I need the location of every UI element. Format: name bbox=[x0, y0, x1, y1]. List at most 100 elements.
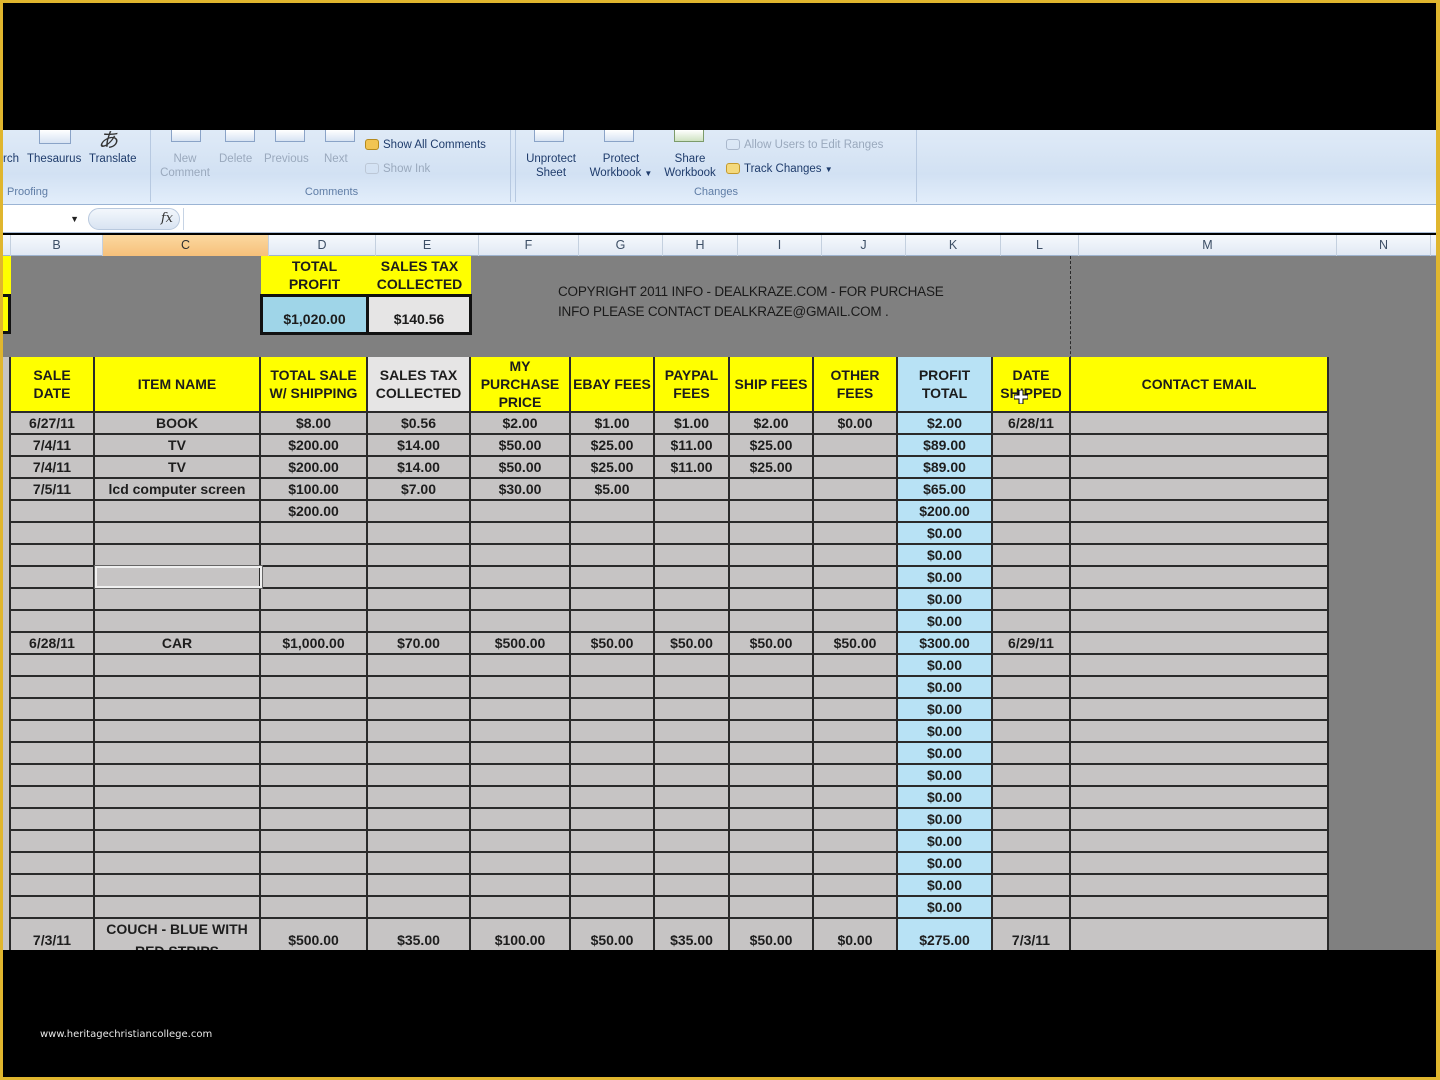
cell-ship-fees[interactable] bbox=[730, 787, 814, 809]
cell-ebay-fees[interactable] bbox=[571, 743, 655, 765]
show-ink-button[interactable]: Show Ink bbox=[365, 162, 430, 176]
column-header-f[interactable]: F bbox=[479, 235, 579, 256]
cell-sales-tax[interactable] bbox=[368, 589, 471, 611]
cell-ebay-fees[interactable]: $50.00 bbox=[571, 919, 655, 950]
header-date-shipped[interactable]: DATE SHIPPED bbox=[993, 357, 1071, 413]
header-profit-total[interactable]: PROFIT TOTAL bbox=[898, 357, 993, 413]
cell-ship-fees[interactable] bbox=[730, 853, 814, 875]
cell-profit-total[interactable]: $0.00 bbox=[898, 743, 993, 765]
cell-paypal-fees[interactable]: $11.00 bbox=[655, 457, 730, 479]
cell-profit-total[interactable]: $200.00 bbox=[898, 501, 993, 523]
cell-paypal-fees[interactable] bbox=[655, 721, 730, 743]
cell-purchase-price[interactable] bbox=[471, 501, 571, 523]
cell-profit-total[interactable]: $0.00 bbox=[898, 721, 993, 743]
cell-total-sale[interactable]: $8.00 bbox=[261, 413, 368, 435]
cell-date-shipped[interactable] bbox=[993, 743, 1071, 765]
cell-profit-total[interactable]: $0.00 bbox=[898, 545, 993, 567]
cell-contact-email[interactable] bbox=[1071, 479, 1329, 501]
cell-contact-email[interactable] bbox=[1071, 853, 1329, 875]
cell-item-name[interactable] bbox=[95, 897, 261, 919]
cell-date-shipped[interactable] bbox=[993, 479, 1071, 501]
cell-item-name[interactable] bbox=[95, 655, 261, 677]
cell-profit-total[interactable]: $0.00 bbox=[898, 765, 993, 787]
cell-sales-tax[interactable] bbox=[368, 699, 471, 721]
cell-date-shipped[interactable] bbox=[993, 567, 1071, 589]
cell-ship-fees[interactable] bbox=[730, 809, 814, 831]
cell-item-name[interactable] bbox=[95, 611, 261, 633]
cell-contact-email[interactable] bbox=[1071, 523, 1329, 545]
column-header-g[interactable]: G bbox=[579, 235, 663, 256]
cell-ship-fees[interactable] bbox=[730, 721, 814, 743]
cell-other-fees[interactable]: $0.00 bbox=[814, 413, 898, 435]
cell-sales-tax[interactable] bbox=[368, 875, 471, 897]
cell-profit-total[interactable]: $275.00 bbox=[898, 919, 993, 950]
cell-purchase-price[interactable] bbox=[471, 831, 571, 853]
cell-other-fees[interactable] bbox=[814, 809, 898, 831]
cell-other-fees[interactable] bbox=[814, 655, 898, 677]
cell-purchase-price[interactable] bbox=[471, 809, 571, 831]
cell-contact-email[interactable] bbox=[1071, 457, 1329, 479]
unprotect-sheet-button[interactable]: Unprotect Sheet bbox=[520, 152, 582, 180]
cell-paypal-fees[interactable] bbox=[655, 611, 730, 633]
cell-contact-email[interactable] bbox=[1071, 611, 1329, 633]
cell-other-fees[interactable] bbox=[814, 479, 898, 501]
cell-paypal-fees[interactable]: $1.00 bbox=[655, 413, 730, 435]
cell-sales-tax[interactable] bbox=[368, 655, 471, 677]
cell-ebay-fees[interactable] bbox=[571, 787, 655, 809]
header-item-name[interactable]: ITEM NAME bbox=[95, 357, 261, 413]
cell-sale-date[interactable] bbox=[11, 765, 95, 787]
cell-profit-total[interactable]: $0.00 bbox=[898, 875, 993, 897]
cell-ship-fees[interactable] bbox=[730, 479, 814, 501]
cell-ship-fees[interactable] bbox=[730, 743, 814, 765]
cell-date-shipped[interactable] bbox=[993, 765, 1071, 787]
cell-contact-email[interactable] bbox=[1071, 589, 1329, 611]
cell-sale-date[interactable] bbox=[11, 567, 95, 589]
cell-sales-tax[interactable] bbox=[368, 677, 471, 699]
cell-purchase-price[interactable] bbox=[471, 853, 571, 875]
cell-other-fees[interactable] bbox=[814, 721, 898, 743]
cell-contact-email[interactable] bbox=[1071, 743, 1329, 765]
cell-item-name[interactable] bbox=[95, 699, 261, 721]
cell-sales-tax[interactable] bbox=[368, 897, 471, 919]
cell-date-shipped[interactable] bbox=[993, 699, 1071, 721]
cell-ship-fees[interactable] bbox=[730, 875, 814, 897]
cell-paypal-fees[interactable] bbox=[655, 479, 730, 501]
cell-purchase-price[interactable] bbox=[471, 545, 571, 567]
cell-date-shipped[interactable] bbox=[993, 545, 1071, 567]
cell-sales-tax[interactable]: $7.00 bbox=[368, 479, 471, 501]
cell-ebay-fees[interactable] bbox=[571, 765, 655, 787]
cell-sale-date[interactable] bbox=[11, 743, 95, 765]
cell-ebay-fees[interactable] bbox=[571, 721, 655, 743]
cell-sales-tax[interactable]: $35.00 bbox=[368, 919, 471, 950]
cell-total-sale[interactable]: $100.00 bbox=[261, 479, 368, 501]
cell-profit-total[interactable]: $65.00 bbox=[898, 479, 993, 501]
cell-ebay-fees[interactable]: $50.00 bbox=[571, 633, 655, 655]
cell-total-sale[interactable]: $200.00 bbox=[261, 501, 368, 523]
cell-total-sale[interactable] bbox=[261, 831, 368, 853]
cell-profit-total[interactable]: $0.00 bbox=[898, 699, 993, 721]
cell-ship-fees[interactable] bbox=[730, 501, 814, 523]
cell-ebay-fees[interactable] bbox=[571, 655, 655, 677]
column-header-e[interactable]: E bbox=[376, 235, 479, 256]
cell-contact-email[interactable] bbox=[1071, 633, 1329, 655]
header-total-sale[interactable]: TOTAL SALE W/ SHIPPING bbox=[261, 357, 368, 413]
cell-other-fees[interactable] bbox=[814, 875, 898, 897]
header-sales-tax[interactable]: SALES TAX COLLECTED bbox=[368, 357, 471, 413]
cell-item-name[interactable] bbox=[95, 853, 261, 875]
cell-date-shipped[interactable] bbox=[993, 831, 1071, 853]
insert-function-button[interactable]: fx bbox=[88, 208, 180, 230]
next-comment-button[interactable]: Next bbox=[324, 152, 348, 166]
translate-button[interactable]: Translate bbox=[89, 152, 137, 166]
cell-paypal-fees[interactable]: $50.00 bbox=[655, 633, 730, 655]
cell-ship-fees[interactable]: $50.00 bbox=[730, 633, 814, 655]
cell-contact-email[interactable] bbox=[1071, 413, 1329, 435]
cell-sales-tax[interactable] bbox=[368, 743, 471, 765]
header-sale-date[interactable]: SALE DATE bbox=[11, 357, 95, 413]
cell-paypal-fees[interactable] bbox=[655, 831, 730, 853]
cell-ship-fees[interactable] bbox=[730, 655, 814, 677]
cell-date-shipped[interactable] bbox=[993, 611, 1071, 633]
cell-contact-email[interactable] bbox=[1071, 787, 1329, 809]
cell-other-fees[interactable] bbox=[814, 523, 898, 545]
cell-ebay-fees[interactable] bbox=[571, 501, 655, 523]
cell-paypal-fees[interactable] bbox=[655, 897, 730, 919]
